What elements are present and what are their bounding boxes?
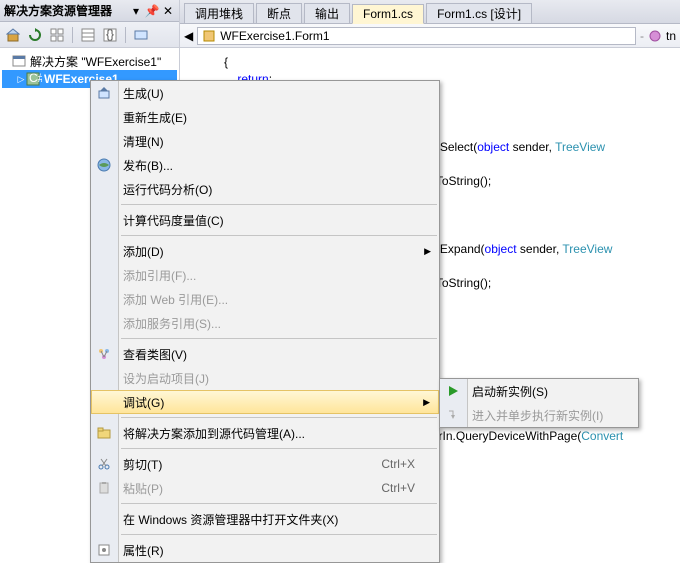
separator (125, 27, 126, 43)
step-icon (445, 407, 461, 423)
menu-analyze[interactable]: 运行代码分析(O) (91, 177, 439, 201)
class-icon (202, 29, 216, 43)
play-icon (445, 383, 461, 399)
menu-open-explorer[interactable]: 在 Windows 资源管理器中打开文件夹(X) (91, 507, 439, 531)
navigation-bar: ◀ WFExercise1.Form1 - tn (180, 24, 680, 48)
shortcut-label: Ctrl+V (381, 481, 415, 495)
menu-add-source-control[interactable]: 将解决方案添加到源代码管理(A)... (91, 421, 439, 445)
cut-icon (96, 456, 112, 472)
separator (72, 27, 73, 43)
menu-add-service-reference: 添加服务引用(S)... (91, 311, 439, 335)
build-icon (96, 85, 112, 101)
menu-add[interactable]: 添加(D)▶ (91, 239, 439, 263)
menu-publish[interactable]: 发布(B)... (91, 153, 439, 177)
pin-icon[interactable]: 📌 (145, 4, 159, 18)
tab-callstack[interactable]: 调用堆栈 (184, 3, 254, 23)
folder-icon (96, 425, 112, 441)
tree-label: 解决方案 "WFExercise1" (30, 53, 161, 70)
nav-back-icon[interactable]: ◀ (184, 29, 193, 43)
properties-icon (96, 542, 112, 558)
submenu-arrow-icon: ▶ (423, 397, 430, 408)
paste-icon (96, 480, 112, 496)
solution-icon (12, 54, 28, 68)
menu-set-startup: 设为启动项目(J) (91, 366, 439, 390)
csproj-icon: C# (26, 72, 42, 86)
code-icon[interactable]: {} (101, 26, 119, 44)
submenu-step-into: 进入并单步执行新实例(I) (440, 403, 638, 427)
panel-title: 解决方案资源管理器 (4, 2, 127, 19)
panel-toolbar: {} (0, 22, 179, 48)
menu-cut[interactable]: 剪切(T)Ctrl+X (91, 452, 439, 476)
dropdown-icon[interactable]: ▾ (129, 4, 143, 18)
submenu-start-instance[interactable]: 启动新实例(S) (440, 379, 638, 403)
menu-paste: 粘贴(P)Ctrl+V (91, 476, 439, 500)
shortcut-label: Ctrl+X (381, 457, 415, 471)
showall-icon[interactable] (48, 26, 66, 44)
svg-text:C#: C# (29, 72, 42, 85)
menu-add-reference: 添加引用(F)... (91, 263, 439, 287)
refresh-icon[interactable] (26, 26, 44, 44)
panel-header: 解决方案资源管理器 ▾ 📌 ✕ (0, 0, 179, 22)
tree-solution-node[interactable]: 解决方案 "WFExercise1" (2, 52, 177, 70)
menu-rebuild[interactable]: 重新生成(E) (91, 105, 439, 129)
close-icon[interactable]: ✕ (161, 4, 175, 18)
classview-icon (96, 346, 112, 362)
publish-icon (96, 157, 112, 173)
menu-class-view[interactable]: 查看类图(V) (91, 342, 439, 366)
member-icon[interactable] (648, 29, 662, 43)
tab-breakpoints[interactable]: 断点 (256, 3, 302, 23)
member-text: tn (666, 29, 676, 43)
tab-bar: 调用堆栈 断点 输出 Form1.cs Form1.cs [设计] (180, 0, 680, 24)
menu-build[interactable]: 生成(U) (91, 81, 439, 105)
menu-debug[interactable]: 调试(G)▶ (91, 390, 439, 414)
class-name: WFExercise1.Form1 (220, 29, 329, 43)
tab-form1-cs[interactable]: Form1.cs (352, 4, 424, 24)
properties-icon[interactable] (79, 26, 97, 44)
expand-icon[interactable]: ▷ (16, 74, 26, 85)
menu-add-web-reference: 添加 Web 引用(E)... (91, 287, 439, 311)
class-dropdown[interactable]: WFExercise1.Form1 (197, 27, 636, 45)
tab-form1-design[interactable]: Form1.cs [设计] (426, 3, 532, 23)
menu-metrics[interactable]: 计算代码度量值(C) (91, 208, 439, 232)
context-menu: 生成(U) 重新生成(E) 清理(N) 发布(B)... 运行代码分析(O) 计… (90, 80, 440, 563)
submenu-arrow-icon: ▶ (424, 246, 431, 257)
tab-output[interactable]: 输出 (304, 3, 350, 23)
menu-properties[interactable]: 属性(R) (91, 538, 439, 562)
view-icon[interactable] (132, 26, 150, 44)
svg-text:{}: {} (106, 28, 114, 41)
debug-submenu: 启动新实例(S) 进入并单步执行新实例(I) (439, 378, 639, 428)
home-icon[interactable] (4, 26, 22, 44)
menu-clean[interactable]: 清理(N) (91, 129, 439, 153)
